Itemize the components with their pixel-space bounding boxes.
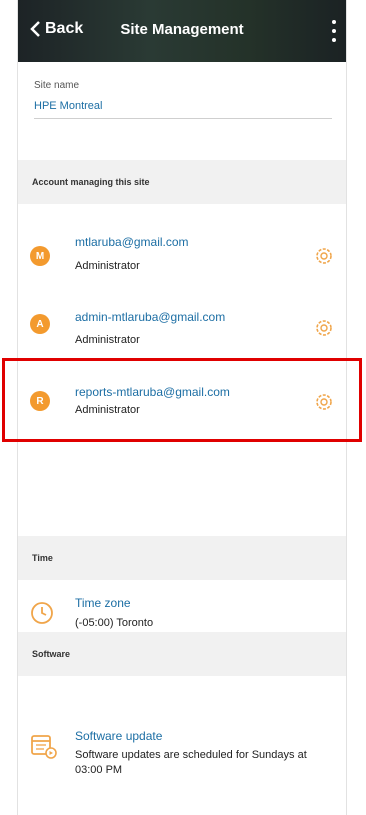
- time-section-header: Time: [18, 536, 346, 580]
- account-role: Administrator: [75, 260, 140, 272]
- gear-icon[interactable]: [314, 246, 334, 266]
- top-bar: Back Site Management: [18, 0, 346, 62]
- page-title: Site Management: [120, 21, 244, 38]
- software-section-header: Software: [18, 632, 346, 676]
- avatar: M: [30, 246, 50, 266]
- software-update-link[interactable]: Software update: [75, 729, 162, 743]
- site-name-underline: [34, 118, 332, 119]
- gear-icon[interactable]: [314, 318, 334, 338]
- time-zone-value: (-05:00) Toronto: [75, 617, 154, 629]
- calendar-update-icon: [31, 735, 57, 759]
- time-zone-link[interactable]: Time zone: [75, 596, 131, 610]
- avatar: A: [30, 314, 50, 334]
- account-role: Administrator: [75, 334, 140, 346]
- account-email[interactable]: admin-mtlaruba@gmail.com: [75, 310, 225, 324]
- highlight-box: [2, 358, 362, 442]
- account-row[interactable]: A admin-mtlaruba@gmail.com Administrator: [18, 300, 346, 360]
- software-update-description: Software updates are scheduled for Sunda…: [75, 749, 307, 776]
- accounts-section-header: Account managing this site: [18, 160, 346, 204]
- account-row[interactable]: M mtlaruba@gmail.com Administrator: [18, 226, 346, 286]
- site-name-label: Site name: [34, 80, 80, 91]
- account-email[interactable]: mtlaruba@gmail.com: [75, 235, 189, 249]
- clock-icon: [31, 602, 53, 624]
- more-menu-icon[interactable]: [330, 20, 338, 42]
- site-name-field[interactable]: HPE Montreal: [34, 100, 102, 112]
